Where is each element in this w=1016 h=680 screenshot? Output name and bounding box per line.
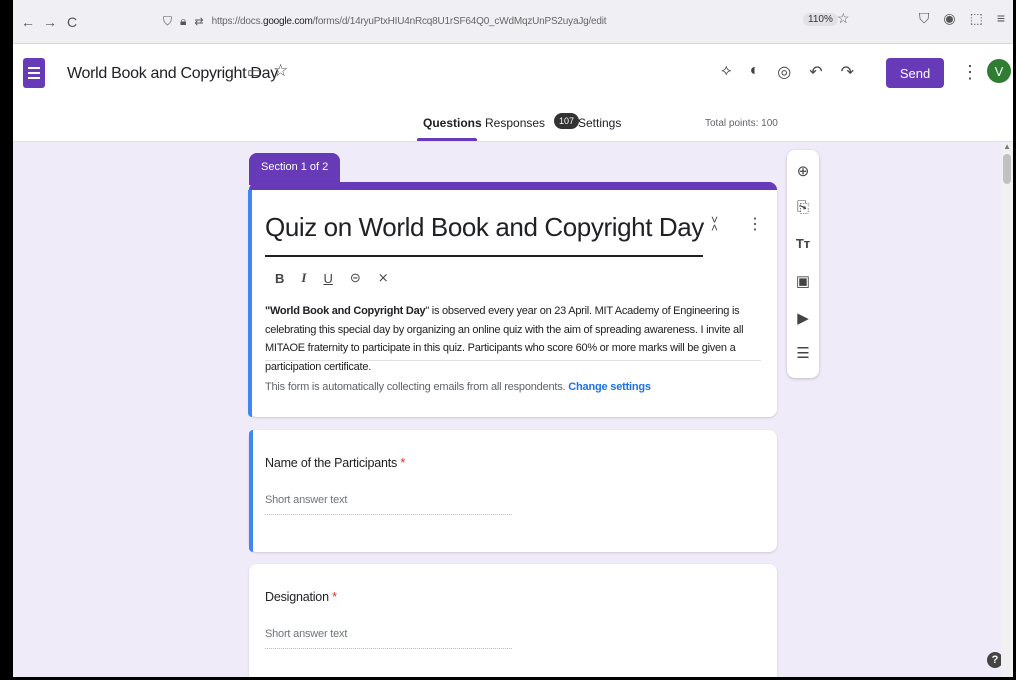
menu-icon[interactable]: ≡ [997,10,1005,27]
back-button[interactable]: ← [17,14,39,30]
send-button[interactable]: Send [886,58,944,88]
more-options-icon[interactable]: ⋮ [961,62,979,83]
add-title-icon[interactable]: Tт [787,236,819,251]
add-question-icon[interactable]: ⊕ [787,162,819,180]
bold-button[interactable]: B [275,271,284,286]
question-card[interactable]: Designation * Short answer text [249,564,777,677]
add-image-icon[interactable]: ▣ [787,272,819,290]
answer-placeholder: Short answer text [265,494,348,506]
form-title-card[interactable]: Quiz on World Book and Copyright Day ˅ ˄ … [248,182,777,417]
add-video-icon[interactable]: ▶ [787,309,819,327]
address-bar[interactable]: ⛉ 🔒︎ ⇄ https://docs.google.com/forms/d/1… [163,6,883,36]
avatar[interactable]: V [987,59,1011,83]
url-text: https://docs.google.com/forms/d/14ryuPtx… [211,15,607,27]
screen-border-left [0,0,13,680]
collapse-section-icon[interactable]: ˅ ˄ [711,214,718,234]
undo-icon[interactable]: ↶ [809,62,822,82]
total-points: Total points: 100 [705,118,778,129]
section-more-icon[interactable]: ⋮ [747,214,763,234]
pocket-icon[interactable]: ⛉ [919,10,930,27]
palette-icon[interactable]: ◐ [750,62,760,82]
link-icon[interactable]: ⊝ [350,270,361,286]
redo-icon[interactable]: ↷ [841,62,854,82]
scrollbar-thumb[interactable] [1003,154,1011,184]
scrollbar[interactable]: ▲ [1001,142,1013,677]
bookmark-star-icon[interactable]: ☆ [837,10,850,27]
tab-settings[interactable]: Settings [578,116,621,130]
question-card[interactable]: Name of the Participants * Short answer … [249,430,777,552]
underline-button[interactable]: U [323,271,332,286]
lock-icon: 🔒︎ [180,13,187,28]
folder-icon[interactable]: ▭ [247,63,261,81]
form-title[interactable]: Quiz on World Book and Copyright Day [265,212,704,243]
answer-line [265,648,512,649]
active-tab-indicator [417,138,477,141]
preview-icon[interactable]: ◎ [777,62,791,82]
side-toolbar: ⊕ ⎘ Tт ▣ ▶ ☰ [787,150,819,378]
question-label: Name of the Participants * [265,456,406,470]
browser-toolbar: ← → C ⛉ 🔒︎ ⇄ https://docs.google.com/for… [13,0,1013,44]
reload-button[interactable]: C [61,14,83,30]
formatting-toolbar: B I U ⊝ ⨯ [275,270,389,286]
email-collection-note: This form is automatically collecting em… [265,381,651,393]
shield-icon: ⛉ [163,13,173,28]
zoom-indicator[interactable]: 110% [803,13,838,26]
star-icon[interactable]: ☆ [273,61,288,81]
add-section-icon[interactable]: ☰ [787,344,819,362]
answer-line [265,514,512,515]
forms-logo-icon[interactable] [23,58,45,88]
permissions-icon: ⇄ [194,15,204,28]
section-label: Section 1 of 2 [249,153,341,185]
forms-header: World Book and Copyright Day ▭ ☆ ⟡ ◐ ◎ ↶… [13,44,1013,102]
form-editor-canvas: Section 1 of 2 Quiz on World Book and Co… [13,142,1013,677]
form-description[interactable]: "World Book and Copyright Day" is observ… [265,302,765,376]
answer-placeholder: Short answer text [265,628,348,640]
tab-questions[interactable]: Questions [423,116,482,130]
clear-formatting-icon[interactable]: ⨯ [378,270,389,286]
change-settings-link[interactable]: Change settings [568,381,651,393]
addons-icon[interactable]: ⟡ [721,62,732,82]
import-questions-icon[interactable]: ⎘ [787,199,819,216]
scroll-up-icon[interactable]: ▲ [1003,142,1011,151]
responses-count-badge: 107 [554,113,580,129]
description-underline [265,360,761,361]
tabs-row: Questions Responses 107 Settings Total p… [13,102,1013,142]
extensions-icon[interactable]: ⬚ [970,10,983,27]
forward-button[interactable]: → [39,14,61,30]
tab-responses[interactable]: Responses [485,116,545,130]
italic-button[interactable]: I [301,270,306,286]
title-underline [265,255,703,257]
question-label: Designation * [265,590,337,604]
account-icon[interactable]: ◉ [943,10,955,27]
